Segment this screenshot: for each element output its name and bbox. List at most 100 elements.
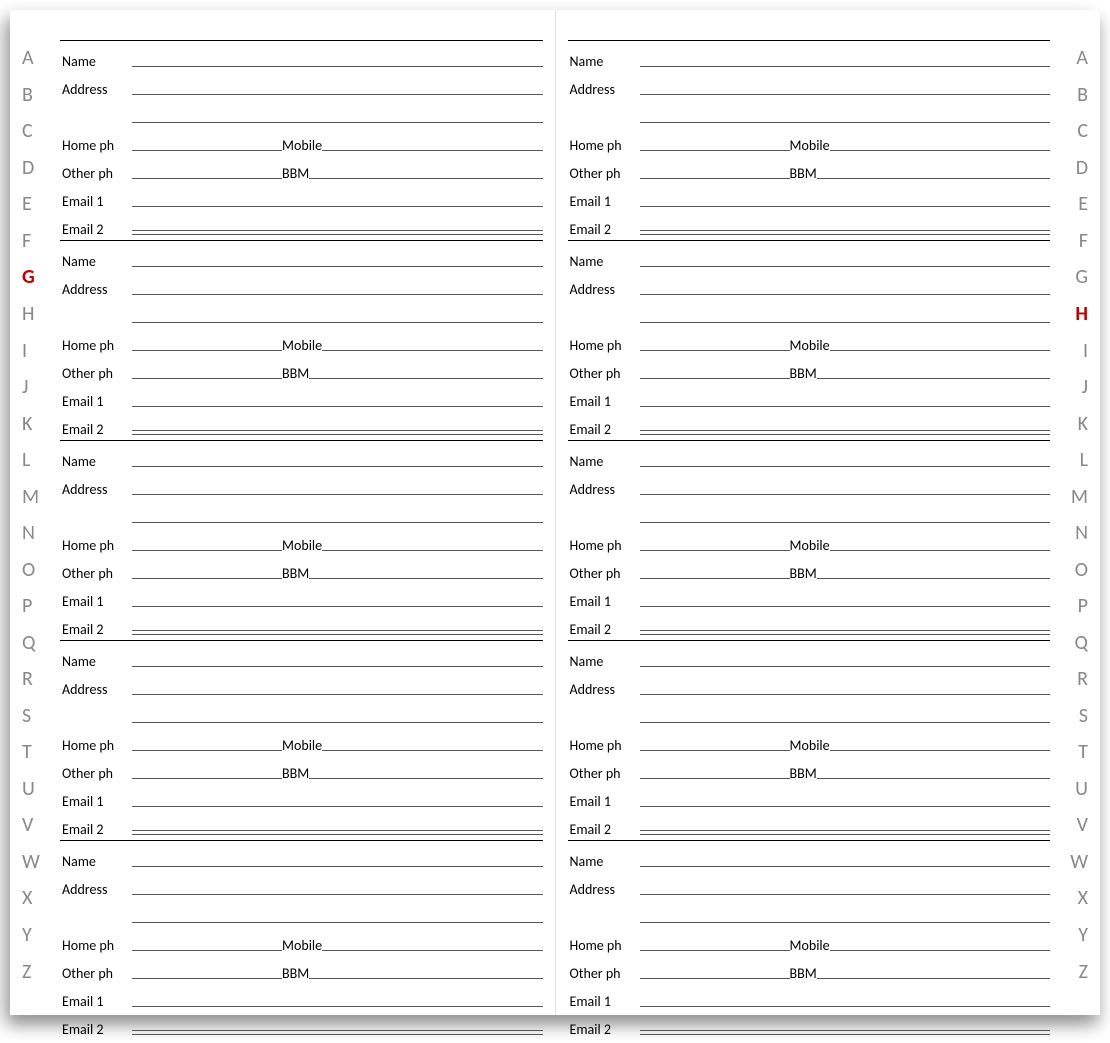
index-letter-D[interactable]: D [22,150,34,187]
field-home-ph[interactable] [132,149,282,151]
field-mobile[interactable] [830,549,1050,551]
field-home-ph[interactable] [132,349,282,351]
field-name[interactable] [132,865,543,867]
field-home-ph[interactable] [132,549,282,551]
field-other-ph[interactable] [132,377,282,379]
field-email2[interactable] [132,627,543,635]
field-address-1[interactable] [132,893,543,895]
index-letter-Q[interactable]: Q [22,625,35,662]
field-bbm[interactable] [817,377,1050,379]
field-email1[interactable] [640,1005,1051,1007]
field-bbm[interactable] [309,977,542,979]
field-address-2[interactable] [132,321,543,323]
field-address-2[interactable] [132,121,543,123]
field-email1[interactable] [640,205,1051,207]
field-name[interactable] [640,865,1051,867]
index-letter-H[interactable]: H [1075,296,1088,333]
index-letter-T[interactable]: T [1078,734,1088,771]
index-letter-H[interactable]: H [22,296,34,333]
field-address-1[interactable] [132,93,543,95]
field-email1[interactable] [640,605,1051,607]
field-email2[interactable] [640,227,1051,235]
index-letter-D[interactable]: D [1076,150,1088,187]
field-mobile[interactable] [322,149,542,151]
index-letter-J[interactable]: J [22,369,28,406]
index-letter-J[interactable]: J [1082,369,1088,406]
field-email1[interactable] [132,805,543,807]
index-letter-U[interactable]: U [1075,771,1088,808]
field-email2[interactable] [640,427,1051,435]
index-letter-Z[interactable]: Z [22,953,31,990]
field-bbm[interactable] [817,777,1050,779]
field-bbm[interactable] [309,377,542,379]
index-letter-K[interactable]: K [1078,405,1088,442]
index-letter-O[interactable]: O [1075,551,1088,588]
index-letter-R[interactable]: R [22,661,33,698]
index-letter-S[interactable]: S [22,698,31,735]
field-address-1[interactable] [640,293,1051,295]
index-letter-S[interactable]: S [1079,698,1088,735]
index-letter-I[interactable]: I [1083,332,1088,369]
field-address-1[interactable] [640,893,1051,895]
field-email2[interactable] [132,1027,543,1035]
index-letter-O[interactable]: O [22,551,35,588]
field-mobile[interactable] [830,149,1050,151]
index-letter-P[interactable]: P [1078,588,1088,625]
index-letter-C[interactable]: C [22,113,33,150]
index-letter-X[interactable]: X [22,880,32,917]
field-home-ph[interactable] [640,349,790,351]
field-bbm[interactable] [817,977,1050,979]
field-email1[interactable] [640,805,1051,807]
field-other-ph[interactable] [640,377,790,379]
field-email2[interactable] [132,427,543,435]
field-home-ph[interactable] [640,149,790,151]
index-letter-R[interactable]: R [1077,661,1088,698]
field-address-1[interactable] [640,493,1051,495]
index-letter-V[interactable]: V [1077,807,1088,844]
field-name[interactable] [132,265,543,267]
field-bbm[interactable] [817,177,1050,179]
field-name[interactable] [132,665,543,667]
field-address-2[interactable] [132,721,543,723]
field-email1[interactable] [132,205,543,207]
field-other-ph[interactable] [640,977,790,979]
index-letter-E[interactable]: E [1078,186,1088,223]
field-email1[interactable] [640,405,1051,407]
field-home-ph[interactable] [132,749,282,751]
field-bbm[interactable] [309,577,542,579]
index-letter-X[interactable]: X [1078,880,1088,917]
field-mobile[interactable] [830,749,1050,751]
field-email2[interactable] [640,627,1051,635]
field-email2[interactable] [132,827,543,835]
field-other-ph[interactable] [132,177,282,179]
field-bbm[interactable] [309,177,542,179]
field-email1[interactable] [132,1005,543,1007]
index-letter-G[interactable]: G [22,259,35,296]
field-name[interactable] [132,465,543,467]
index-letter-Y[interactable]: Y [22,917,32,954]
index-letter-L[interactable]: L [1080,442,1088,479]
index-letter-B[interactable]: B [22,77,33,114]
field-home-ph[interactable] [640,549,790,551]
field-email1[interactable] [132,405,543,407]
index-letter-N[interactable]: N [22,515,35,552]
field-address-2[interactable] [132,921,543,923]
field-address-1[interactable] [132,293,543,295]
field-other-ph[interactable] [132,977,282,979]
field-home-ph[interactable] [132,949,282,951]
field-other-ph[interactable] [640,777,790,779]
field-email2[interactable] [640,1027,1051,1035]
field-other-ph[interactable] [132,577,282,579]
field-address-2[interactable] [640,321,1051,323]
index-letter-M[interactable]: M [22,478,39,515]
index-letter-A[interactable]: A [22,40,34,77]
field-other-ph[interactable] [640,577,790,579]
index-letter-E[interactable]: E [22,186,32,223]
index-letter-M[interactable]: M [1071,478,1088,515]
index-letter-N[interactable]: N [1075,515,1088,552]
field-mobile[interactable] [322,549,542,551]
index-letter-L[interactable]: L [22,442,30,479]
field-name[interactable] [640,465,1051,467]
field-address-1[interactable] [132,693,543,695]
index-letter-C[interactable]: C [1077,113,1088,150]
